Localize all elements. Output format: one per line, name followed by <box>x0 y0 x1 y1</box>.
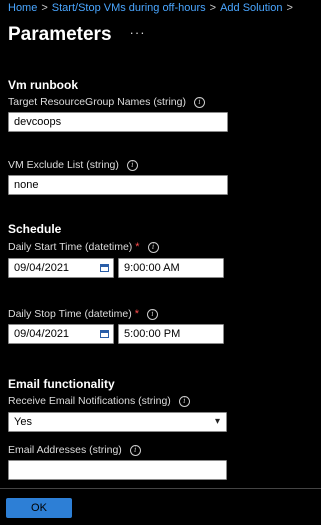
breadcrumb-add-solution[interactable]: Add Solution <box>220 2 282 14</box>
email-addresses-label-text: Email Addresses (string) <box>8 444 122 456</box>
email-addresses-input[interactable] <box>8 460 227 480</box>
breadcrumb-start-stop-vms[interactable]: Start/Stop VMs during off-hours <box>52 2 206 14</box>
info-icon[interactable]: i <box>129 444 141 456</box>
daily-stop-date-value: 09/04/2021 <box>14 328 70 340</box>
daily-start-label-text: Daily Start Time (datetime) <box>8 241 133 253</box>
required-indicator: * <box>135 241 140 253</box>
info-icon[interactable]: i <box>126 159 138 171</box>
daily-start-label: Daily Start Time (datetime) * i <box>8 241 159 253</box>
breadcrumb: Home > Start/Stop VMs during off-hours > Add… <box>8 2 297 16</box>
daily-stop-date-input[interactable]: 09/04/2021 <box>8 324 114 344</box>
target-rg-input[interactable]: devcoops <box>8 112 228 132</box>
vm-exclude-label-text: VM Exclude List (string) <box>8 159 119 171</box>
section-title-schedule: Schedule <box>8 222 62 236</box>
section-title-email: Email functionality <box>8 377 115 391</box>
required-indicator: * <box>134 308 139 320</box>
breadcrumb-home[interactable]: Home <box>8 2 37 14</box>
info-icon[interactable]: i <box>147 308 158 320</box>
target-rg-label: Target ResourceGroup Names (string) i <box>8 96 205 108</box>
daily-start-date-value: 09/04/2021 <box>14 262 70 274</box>
breadcrumb-separator: > <box>286 2 293 14</box>
vm-exclude-label: VM Exclude List (string) i <box>8 159 138 171</box>
ok-button[interactable]: OK <box>6 498 72 518</box>
breadcrumb-separator: > <box>41 2 48 14</box>
daily-stop-label: Daily Stop Time (datetime) * i <box>8 308 158 320</box>
calendar-icon[interactable] <box>100 264 109 272</box>
footer-divider <box>0 488 321 489</box>
daily-stop-label-text: Daily Stop Time (datetime) <box>8 308 132 320</box>
info-icon[interactable]: i <box>147 241 159 253</box>
info-icon[interactable]: i <box>193 96 205 108</box>
more-options-icon[interactable]: ··· <box>130 25 146 40</box>
page-title: Parameters <box>8 24 112 45</box>
section-title-vm-runbook: Vm runbook <box>8 78 79 92</box>
breadcrumb-separator: > <box>209 2 217 14</box>
email-addresses-label: Email Addresses (string) i <box>8 444 141 456</box>
receive-email-selected-value: Yes <box>14 416 32 428</box>
target-rg-label-text: Target ResourceGroup Names (string) <box>8 96 186 108</box>
calendar-icon[interactable] <box>100 330 109 338</box>
vm-exclude-input[interactable]: none <box>8 175 228 195</box>
receive-email-label-text: Receive Email Notifications (string) <box>8 395 171 407</box>
info-icon[interactable]: i <box>178 395 190 407</box>
title-row: Parameters ··· <box>8 22 146 48</box>
daily-stop-time-input[interactable]: 5:00:00 PM <box>118 324 224 344</box>
daily-start-date-input[interactable]: 09/04/2021 <box>8 258 114 278</box>
chevron-down-icon[interactable]: ▾ <box>215 413 220 431</box>
daily-start-time-input[interactable]: 9:00:00 AM <box>118 258 224 278</box>
receive-email-select[interactable]: Yes ▾ <box>8 412 227 432</box>
receive-email-label: Receive Email Notifications (string) i <box>8 395 190 407</box>
